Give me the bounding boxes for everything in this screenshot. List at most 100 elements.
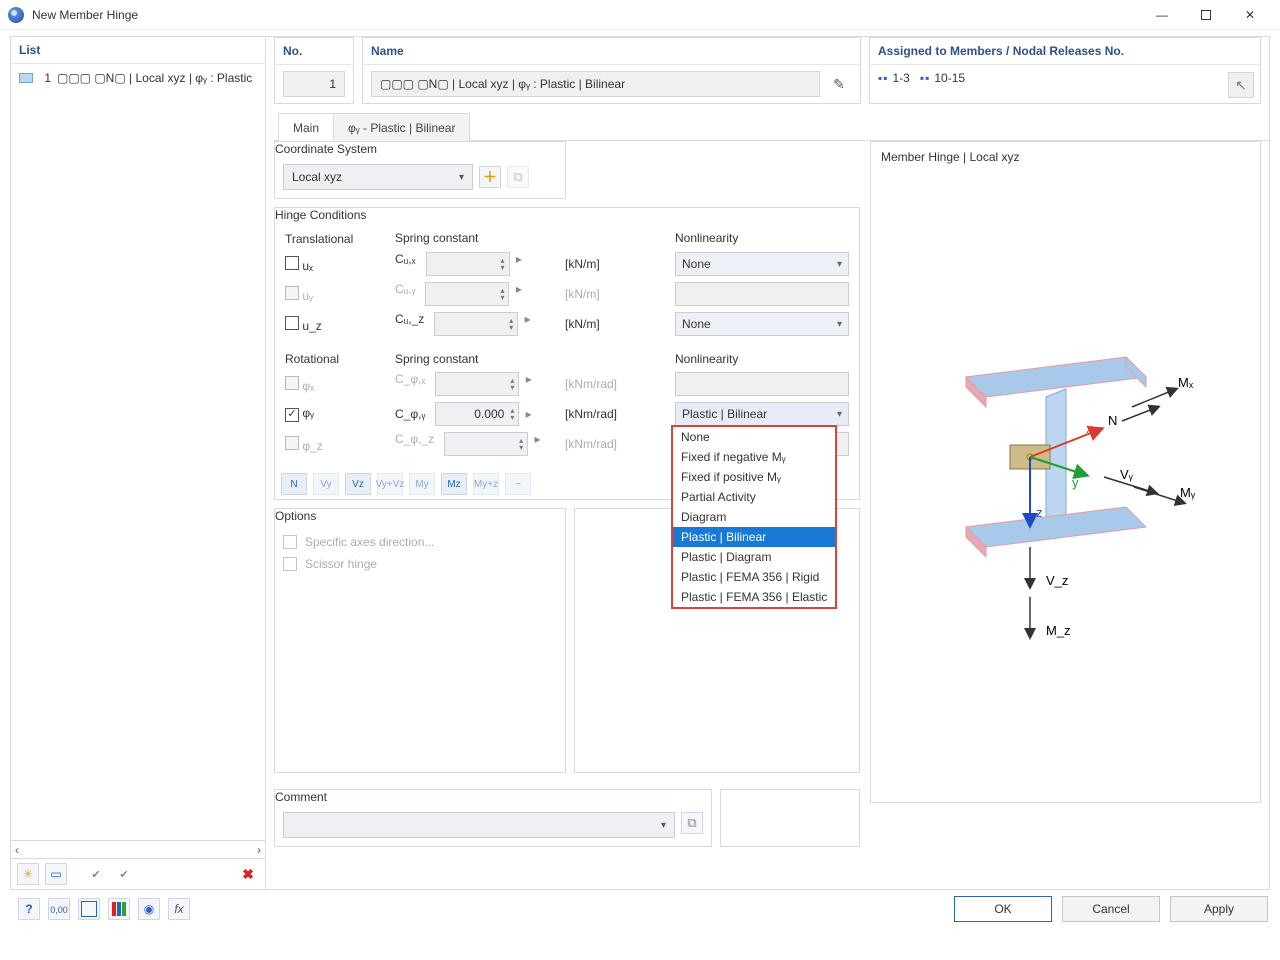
nl-opt[interactable]: Plastic | FEMA 356 | Elastic [673,587,835,607]
unit-knm1: [kN/m] [565,257,600,271]
run-icon [516,282,522,296]
lbl-phiy: φᵧ [302,406,314,420]
copy-icon [513,169,522,185]
tab-main[interactable]: Main [278,113,334,141]
hinge-conditions-section: Hinge Conditions Translational Spring co… [274,207,860,500]
svg-text:M_z: M_z [1046,623,1071,638]
minimize-button[interactable]: — [1140,1,1184,29]
nl-opt-selected[interactable]: Plastic | Bilinear [673,527,835,547]
lbl-phix: φₓ [302,379,314,393]
new-coord-button[interactable] [479,166,501,188]
new-item-button[interactable] [17,863,39,885]
btn-my[interactable]: My [409,473,435,495]
run-icon [526,372,532,386]
field-cux[interactable]: ▴▾ [426,252,510,276]
btn-minus[interactable]: − [505,473,531,495]
chk-phix[interactable] [285,376,299,390]
field-cuy: ▴▾ [425,282,509,306]
dialog-frame: List 1 ▢▢▢ ▢N▢ | Local xyz | φᵧ : Plasti… [10,36,1270,890]
coordinate-dropdown[interactable]: Local xyz ▾ [283,164,473,190]
number-box: No. 1 [274,37,354,104]
chk-phiz[interactable] [285,436,299,450]
close-window-button[interactable]: ✕ [1228,1,1272,29]
nonlin-phiy-dropdown[interactable]: Plastic | Bilinear▾ [675,402,849,426]
lbl-phiz: φ_z [302,439,322,453]
btn-vy[interactable]: Vy [313,473,339,495]
maximize-button[interactable] [1184,1,1228,29]
comment-dropdown[interactable]: ▾ [283,812,675,838]
units-button[interactable] [48,898,70,920]
unit-knm2: [kN/m] [565,287,600,301]
list-horizontal-scroll[interactable]: ‹ › [11,840,265,858]
apply-button[interactable]: Apply [1170,896,1268,922]
lbl-cphix: C_φ,ₓ [395,372,425,386]
nl-opt[interactable]: Fixed if negative Mᵧ [673,447,835,467]
comment-attach-button[interactable] [681,812,703,834]
list-item[interactable]: 1 ▢▢▢ ▢N▢ | Local xyz | φᵧ : Plastic [11,68,265,88]
col-spring-constant2: Spring constant [391,349,561,369]
tabs: Main φᵧ - Plastic | Bilinear [274,112,1269,140]
run-icon[interactable] [526,407,532,421]
col-nonlinearity2: Nonlinearity [671,349,853,369]
nonlin-phiy-popup[interactable]: None Fixed if negative Mᵧ Fixed if posit… [671,425,837,609]
unit-knm3: [kN/m] [565,317,600,331]
number-field[interactable]: 1 [283,71,345,97]
chk-phiy[interactable] [285,408,299,422]
preview-header: Member Hinge | Local xyz [871,142,1260,172]
member-chip-1[interactable]: ▪▪1-3 [878,71,910,85]
btn-myz[interactable]: My+z [473,473,499,495]
field-cuz[interactable]: ▴▾ [434,312,518,336]
nl-opt[interactable]: Plastic | Diagram [673,547,835,567]
units-icon [50,902,68,916]
col-translational: Translational [281,228,391,249]
ok-button[interactable]: OK [954,896,1052,922]
hinge-header: Hinge Conditions [275,208,859,222]
help-button[interactable] [18,898,40,920]
delete-item-button[interactable] [237,863,259,885]
svg-text:x: x [1086,421,1093,436]
select-icon [81,901,97,917]
svg-text:y: y [1072,475,1079,490]
unit-rad3: [kNm/rad] [565,437,617,451]
scroll-right-icon[interactable]: › [257,843,261,857]
uncheck-all-button[interactable] [113,863,135,885]
name-field[interactable]: ▢▢▢ ▢N▢ | Local xyz | φᵧ : Plastic | Bil… [371,71,820,97]
pick-members-button[interactable] [1228,72,1254,98]
field-cphiy[interactable]: 0.000▴▾ [435,402,519,426]
nl-opt[interactable]: Fixed if positive Mᵧ [673,467,835,487]
edit-coord-button[interactable] [507,166,529,188]
btn-vz[interactable]: Vz [345,473,371,495]
check-all-button[interactable] [85,863,107,885]
btn-mz[interactable]: Mz [441,473,467,495]
assigned-box: Assigned to Members / Nodal Releases No.… [869,37,1261,104]
duplicate-item-button[interactable] [45,863,67,885]
chart-button[interactable] [108,898,130,920]
select-button[interactable] [78,898,100,920]
nonlin-phix [675,372,849,396]
member-chip-2[interactable]: ▪▪10-15 [920,71,965,85]
nl-opt[interactable]: Diagram [673,507,835,527]
chk-uy[interactable] [285,286,299,300]
nonlin-ux[interactable]: None▾ [675,252,849,276]
btn-n[interactable]: N [281,473,307,495]
chk-ux[interactable] [285,256,299,270]
tab-phiy[interactable]: φᵧ - Plastic | Bilinear [334,113,470,141]
nonlin-uz[interactable]: None▾ [675,312,849,336]
nl-opt[interactable]: None [673,427,835,447]
list-toolbar [11,858,265,889]
svg-text:Mᵧ: Mᵧ [1180,485,1196,500]
btn-vyvz[interactable]: Vy+Vz [377,473,403,495]
opt-scissor[interactable]: Scissor hinge [283,553,557,575]
edit-name-button[interactable] [826,71,852,97]
delete-icon [242,866,254,883]
chk-uz[interactable] [285,316,299,330]
nl-opt[interactable]: Partial Activity [673,487,835,507]
fx-button[interactable] [168,898,190,920]
svg-text:z: z [1036,505,1043,520]
cancel-button[interactable]: Cancel [1062,896,1160,922]
scroll-left-icon[interactable]: ‹ [15,843,19,857]
window-title: New Member Hinge [32,8,1140,22]
view-button[interactable] [138,898,160,920]
opt-specific-axes[interactable]: Specific axes direction... [283,531,557,553]
nl-opt[interactable]: Plastic | FEMA 356 | Rigid [673,567,835,587]
